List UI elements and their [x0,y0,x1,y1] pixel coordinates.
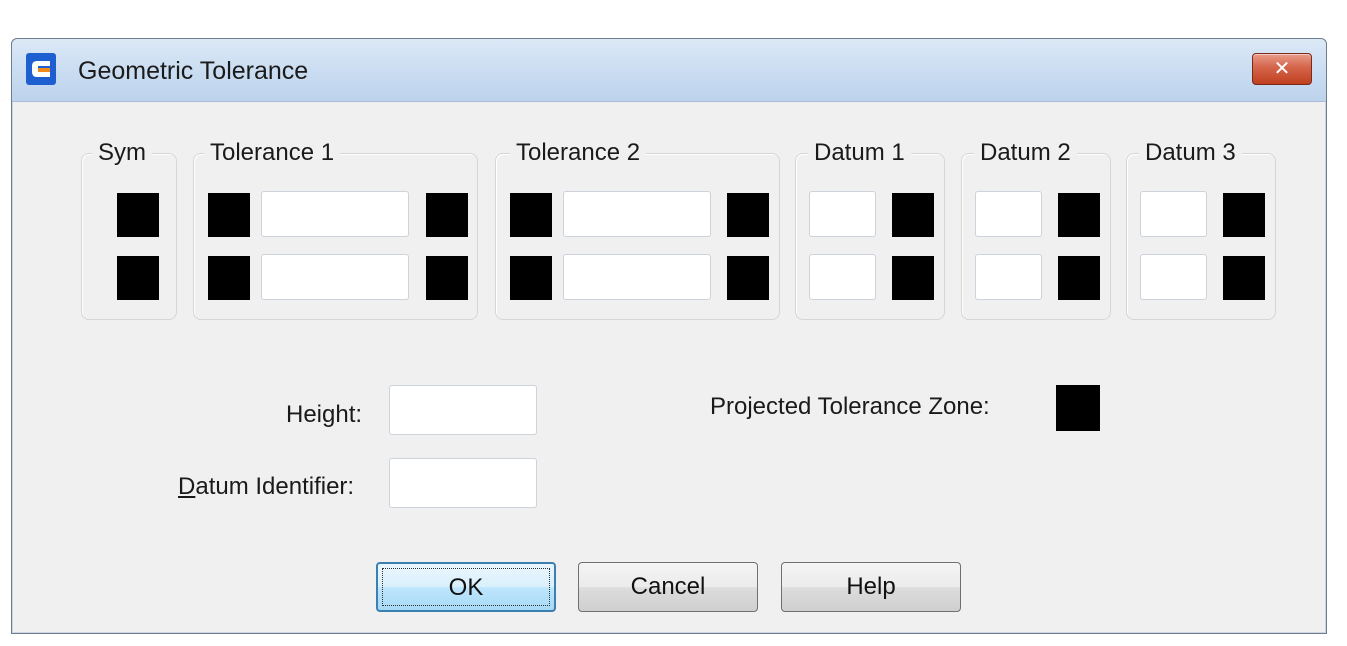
tolerance1-material-swatch-2[interactable] [426,256,468,300]
tolerance1-diameter-swatch-2[interactable] [208,256,250,300]
help-button[interactable]: Help [781,562,961,612]
tolerance1-value-input-2[interactable] [261,254,409,300]
datum-identifier-input[interactable] [389,458,537,508]
tolerance1-diameter-swatch-1[interactable] [208,193,250,237]
projected-tolerance-zone-label: Projected Tolerance Zone: [710,393,990,420]
projected-tolerance-zone-swatch[interactable] [1056,385,1100,431]
datum2-material-swatch-1[interactable] [1058,193,1100,237]
datum2-value-input-1[interactable] [975,191,1042,237]
datum2-group: Datum 2 [961,140,1111,320]
tolerance1-group: Tolerance 1 [193,140,478,320]
datum3-group: Datum 3 [1126,140,1276,320]
datum-identifier-label: Datum Identifier: [178,473,354,501]
datum1-group-label: Datum 1 [808,140,911,166]
datum1-material-swatch-1[interactable] [892,193,934,237]
datum3-value-input-2[interactable] [1140,254,1207,300]
tolerance2-diameter-swatch-1[interactable] [510,193,552,237]
app-logo-icon [26,53,56,85]
tolerance2-material-swatch-1[interactable] [727,193,769,237]
datum1-value-input-2[interactable] [809,254,876,300]
tolerance2-material-swatch-2[interactable] [727,256,769,300]
datum-identifier-label-text: atum Identifier: [195,473,355,500]
sym-group: Sym [81,140,177,320]
datum3-material-swatch-1[interactable] [1223,193,1265,237]
sym-swatch-1[interactable] [117,193,159,237]
tolerance2-value-input-1[interactable] [563,191,711,237]
dialog-body: Sym Tolerance 1 Tolerance 2 Datum 1 Datu… [12,102,1326,633]
datum3-group-label: Datum 3 [1139,140,1242,166]
height-input[interactable] [389,385,537,435]
datum2-material-swatch-2[interactable] [1058,256,1100,300]
ok-button[interactable]: OK [376,562,556,612]
ok-button-label: OK [448,574,484,601]
tolerance2-diameter-swatch-2[interactable] [510,256,552,300]
datum1-value-input-1[interactable] [809,191,876,237]
geometric-tolerance-dialog: Geometric Tolerance ✕ Sym Tolerance 1 To… [11,38,1327,634]
title-bar[interactable]: Geometric Tolerance ✕ [12,39,1326,102]
sym-group-label: Sym [92,140,152,166]
help-button-label: Help [846,573,896,600]
tolerance1-material-swatch-1[interactable] [426,193,468,237]
datum-identifier-mnemonic: D [178,473,196,500]
datum2-value-input-2[interactable] [975,254,1042,300]
tolerance1-value-input-1[interactable] [261,191,409,237]
datum1-material-swatch-2[interactable] [892,256,934,300]
datum1-group: Datum 1 [795,140,945,320]
tolerance2-group-label: Tolerance 2 [510,140,647,166]
datum2-group-label: Datum 2 [974,140,1077,166]
close-button[interactable]: ✕ [1252,53,1312,85]
tolerance2-value-input-2[interactable] [563,254,711,300]
datum3-value-input-1[interactable] [1140,191,1207,237]
cancel-button-label: Cancel [630,573,706,600]
cancel-button[interactable]: Cancel [578,562,758,612]
datum3-material-swatch-2[interactable] [1223,256,1265,300]
window-title: Geometric Tolerance [78,57,309,85]
tolerance1-group-label: Tolerance 1 [204,140,341,166]
height-label: Height: [286,401,363,428]
tolerance2-group: Tolerance 2 [495,140,780,320]
sym-swatch-2[interactable] [117,256,159,300]
